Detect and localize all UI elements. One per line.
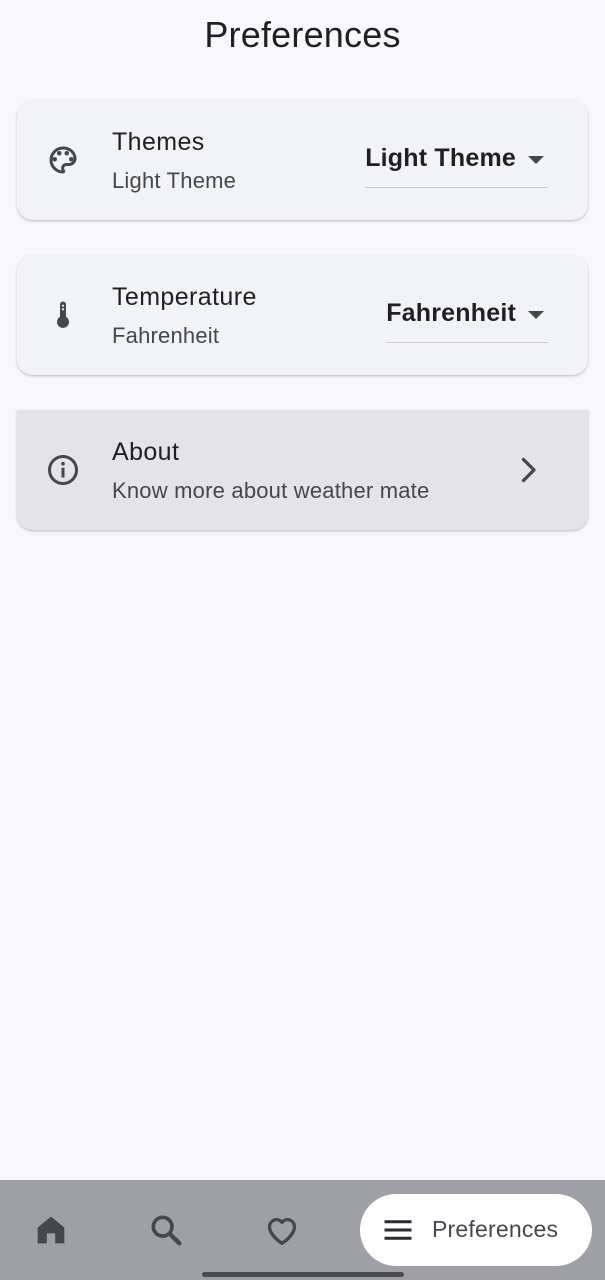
thermometer-icon [45, 297, 81, 333]
temperature-setting-card[interactable]: Temperature Fahrenheit Fahrenheit [17, 255, 588, 375]
dropdown-arrow-icon [524, 152, 548, 168]
about-setting-card[interactable]: About Know more about weather mate [17, 410, 588, 530]
menu-icon [380, 1212, 416, 1248]
search-icon [151, 1215, 182, 1246]
chevron-right-icon [510, 452, 546, 488]
themes-title: Themes [112, 128, 205, 156]
nav-preferences-button[interactable]: Preferences [360, 1194, 592, 1266]
theme-dropdown-value: Light Theme [365, 144, 516, 172]
about-subtitle: Know more about weather mate [112, 478, 430, 503]
info-icon [45, 452, 81, 488]
nav-preferences-label: Preferences [432, 1216, 559, 1242]
home-icon [37, 1216, 65, 1244]
temperature-subtitle: Fahrenheit [112, 323, 220, 348]
heart-icon [267, 1218, 297, 1245]
themes-setting-card[interactable]: Themes Light Theme Light Theme [17, 100, 588, 220]
temperature-dropdown-value: Fahrenheit [386, 299, 516, 327]
theme-dropdown[interactable]: Light Theme [365, 140, 548, 188]
nav-search-button[interactable] [146, 1210, 186, 1250]
palette-icon [45, 142, 81, 178]
dropdown-arrow-icon [524, 307, 548, 323]
page-title: Preferences [204, 14, 401, 55]
temperature-dropdown[interactable]: Fahrenheit [386, 295, 548, 343]
nav-favorites-button[interactable] [262, 1210, 302, 1250]
about-title: About [112, 438, 180, 466]
themes-subtitle: Light Theme [112, 168, 237, 193]
home-indicator[interactable] [202, 1272, 404, 1277]
temperature-title: Temperature [112, 283, 257, 311]
bottom-navigation-bar: Preferences [0, 1180, 605, 1280]
nav-home-button[interactable] [31, 1210, 71, 1250]
